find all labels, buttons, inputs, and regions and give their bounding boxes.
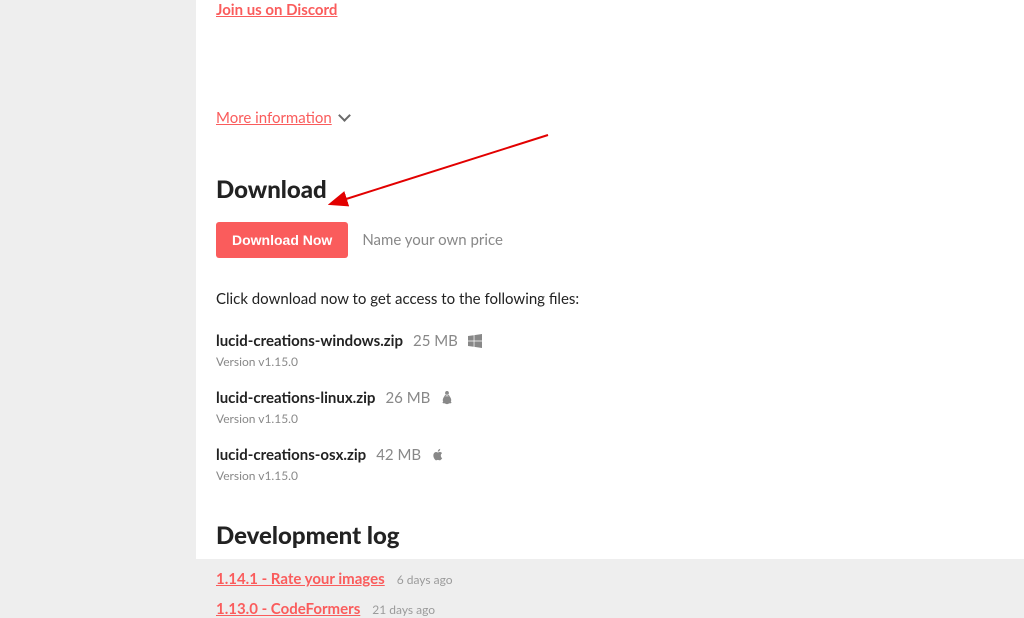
windows-icon [468,334,482,348]
file-item: lucid-creations-windows.zip 25 MB Versio… [216,332,1024,369]
more-info-label: More information [216,109,332,127]
devlog-time: 6 days ago [397,572,453,587]
apple-icon [431,448,445,462]
download-instruction: Click download now to get access to the … [216,290,1024,308]
file-version: Version v1.15.0 [216,411,1024,426]
file-name[interactable]: lucid-creations-osx.zip [216,446,366,464]
file-version: Version v1.15.0 [216,468,1024,483]
price-text: Name your own price [362,231,503,249]
chevron-down-icon [340,113,350,123]
file-size: 25 MB [413,332,458,350]
file-size: 42 MB [376,446,421,464]
file-name[interactable]: lucid-creations-linux.zip [216,389,375,407]
download-now-button[interactable]: Download Now [216,222,348,258]
file-name[interactable]: lucid-creations-windows.zip [216,332,403,350]
discord-link[interactable]: Join us on Discord [216,1,337,19]
more-info-toggle[interactable]: More information [216,109,1024,127]
devlog-link[interactable]: 1.14.1 - Rate your images [216,570,385,588]
devlog-item: 1.13.0 - CodeFormers 21 days ago [216,600,1024,618]
file-size: 26 MB [385,389,430,407]
file-item: lucid-creations-osx.zip 42 MB Version v1… [216,446,1024,483]
devlog-heading: Development log [216,521,1024,550]
devlog-link[interactable]: 1.13.0 - CodeFormers [216,600,360,618]
linux-icon [440,391,454,405]
devlog-time: 21 days ago [372,602,435,617]
download-heading: Download [216,175,1024,204]
file-item: lucid-creations-linux.zip 26 MB Version … [216,389,1024,426]
file-version: Version v1.15.0 [216,354,1024,369]
devlog-item: 1.14.1 - Rate your images 6 days ago [216,570,1024,588]
